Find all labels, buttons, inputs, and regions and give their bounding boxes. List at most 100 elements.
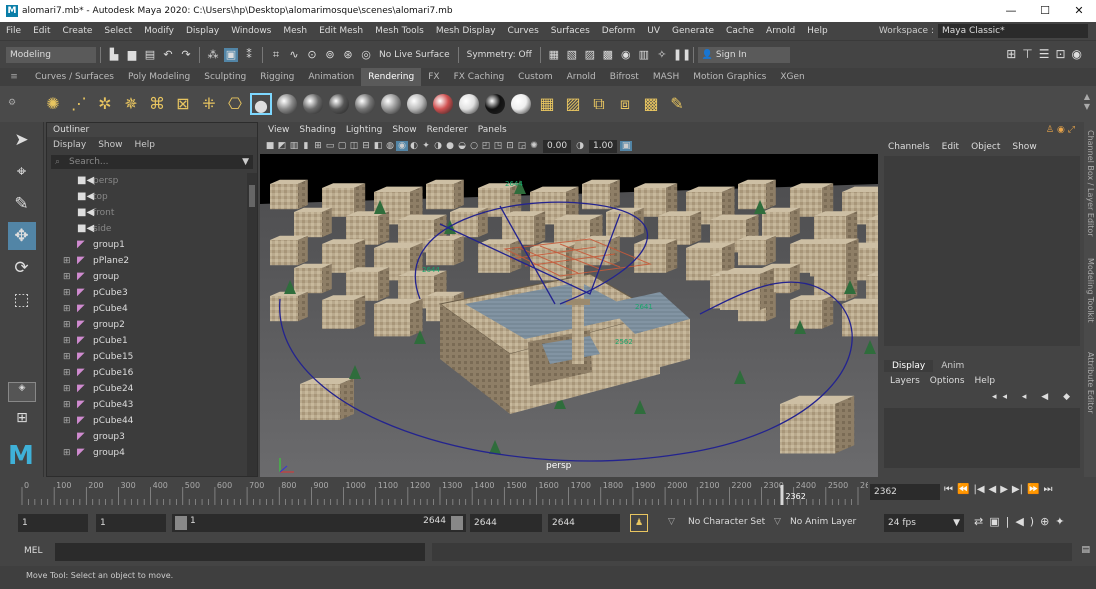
open-scene-icon[interactable]: ▆ (125, 48, 139, 62)
shader-ball-icon[interactable] (433, 94, 453, 114)
four-view-layout-icon[interactable]: ⊞ (8, 410, 36, 434)
hypershade-icon[interactable]: ◉ (619, 48, 633, 62)
camera-attributes-icon[interactable]: ◩ (276, 141, 288, 151)
shader-ball-icon[interactable] (381, 94, 401, 114)
shadows-icon[interactable]: ◑ (432, 141, 444, 151)
channel-menu-object[interactable]: Object (971, 142, 1000, 156)
shelf-tab-poly-modeling[interactable]: Poly Modeling (121, 68, 197, 86)
film-gate-icon[interactable]: ▭ (324, 141, 336, 151)
range-slider[interactable]: 1 2644 (172, 514, 466, 532)
live-surface-field[interactable]: No Live Surface (375, 47, 454, 63)
step-forward-key-icon[interactable]: ⏩ (1027, 484, 1039, 495)
paint-select-tool-icon[interactable]: ✎ (8, 190, 36, 218)
xray-icon[interactable]: ◳ (492, 141, 504, 151)
shader-ball-icon[interactable] (303, 94, 323, 114)
select-object-icon[interactable]: ▣ (224, 47, 238, 62)
outliner-item[interactable]: ⊞ ◤ pCube4 (47, 301, 247, 317)
animation-end-field[interactable]: 2644 (548, 514, 620, 532)
outliner-item[interactable]: ⊞ ◤ pCube1 (47, 333, 247, 349)
snap-curve-icon[interactable]: ∿ (287, 48, 301, 62)
redo-icon[interactable]: ↷ (179, 48, 193, 62)
single-perspective-layout-icon[interactable]: ◈ (8, 382, 36, 402)
menu-curves[interactable]: Curves (502, 26, 545, 36)
outliner-item[interactable]: ◤ group3 (47, 429, 247, 445)
side-tab-modeling-toolkit[interactable]: Modeling Toolkit (1085, 258, 1095, 322)
motion-blur-icon[interactable]: ◒ (456, 141, 468, 151)
render-settings-icon[interactable]: ▩ (601, 48, 615, 62)
shader-ball-icon[interactable] (277, 94, 297, 114)
character-set-arrow-icon[interactable]: ▽ (668, 517, 675, 527)
shader-ball-icon[interactable] (355, 94, 375, 114)
field-chart-icon[interactable]: ⊟ (360, 141, 372, 151)
outliner-item[interactable]: ⊞ ◤ group (47, 269, 247, 285)
minimize-button[interactable]: — (994, 0, 1028, 22)
ipr-render-icon[interactable]: ▨ (583, 48, 597, 62)
lasso-tool-icon[interactable]: ⌖ (8, 158, 36, 186)
shelf-tab-arnold[interactable]: Arnold (560, 68, 603, 86)
shader-ball-icon[interactable] (459, 94, 479, 114)
time-slider-ruler[interactable]: 0 100 200 300 400 500 600 700 800 900 1000 1100 1200… (0, 479, 868, 507)
shelf-tab-mash[interactable]: MASH (646, 68, 686, 86)
menu-file[interactable]: File (0, 26, 27, 36)
expand-icon[interactable]: ⊞ (63, 301, 73, 317)
expand-icon[interactable]: ⊞ (63, 349, 73, 365)
outliner-item[interactable]: ⊞ ◤ pCube24 (47, 381, 247, 397)
menu-windows[interactable]: Windows (225, 26, 277, 36)
expand-icon[interactable]: ⊞ (63, 253, 73, 269)
current-frame-field[interactable]: 2362 (870, 484, 940, 500)
light-editor-icon[interactable]: ✧ (655, 48, 669, 62)
shelf-tab-motion-graphics[interactable]: Motion Graphics (686, 68, 773, 86)
outliner-item[interactable]: ⊞ ◤ pCube44 (47, 413, 247, 429)
step-back-frame-icon[interactable]: |◀ (973, 484, 984, 495)
camera-select-icon[interactable]: ■ (264, 141, 276, 151)
select-hierarchy-icon[interactable]: ⁂ (206, 48, 220, 62)
menu-mesh-tools[interactable]: Mesh Tools (369, 26, 430, 36)
smooth-shade-icon[interactable]: ◉ (396, 141, 408, 151)
expand-icon[interactable]: ⊞ (63, 445, 73, 461)
play-backwards-icon[interactable]: ◀ (989, 484, 997, 495)
outliner-item[interactable]: ⊞ ◤ pPlane2 (47, 253, 247, 269)
range-handle-start[interactable] (175, 516, 187, 530)
animation-start-field[interactable]: 1 (18, 514, 88, 532)
menu-modify[interactable]: Modify (138, 26, 180, 36)
gate-mask-icon[interactable]: ◫ (348, 141, 360, 151)
ambient-occlusion-icon[interactable]: ● (444, 141, 456, 151)
outliner-item[interactable]: ■◀ top (47, 189, 247, 205)
render-view-icon[interactable]: ▦ (536, 93, 558, 115)
shader-ball-icon[interactable] (407, 94, 427, 114)
menu-create[interactable]: Create (57, 26, 99, 36)
channel-menu-show[interactable]: Show (1012, 142, 1036, 156)
scale-tool-icon[interactable]: ⬚ (8, 286, 36, 314)
color-management-icon[interactable]: ▣ (620, 141, 633, 151)
new-scene-icon[interactable]: ▙ (107, 48, 121, 62)
shelf-options-icon[interactable]: ⚙ (8, 98, 16, 108)
anim-layer-dropdown[interactable]: No Anim Layer (790, 517, 856, 527)
shelf-tab-animation[interactable]: Animation (301, 68, 361, 86)
select-tool-icon[interactable]: ➤ (8, 126, 36, 154)
side-tab-channel-box-layer-editor[interactable]: Channel Box / Layer Editor (1085, 130, 1095, 237)
lights-icon[interactable]: ✦ (420, 141, 432, 151)
exposure-field[interactable]: 0.00 (543, 139, 572, 153)
textured-icon[interactable]: ◐ (408, 141, 420, 151)
material-ball-icon[interactable]: ● (250, 93, 272, 115)
shader-ball-icon[interactable] (485, 94, 505, 114)
menu-cache[interactable]: Cache (720, 26, 760, 36)
expand-icon[interactable]: ⊞ (63, 413, 73, 429)
shelf-scroll-icon[interactable]: ▲ ▼ (1084, 92, 1090, 112)
render-layer-icon[interactable]: ⧈ (614, 93, 636, 115)
menu-edit[interactable]: Edit (27, 26, 56, 36)
expand-icon[interactable]: ⊞ (63, 365, 73, 381)
gamma-icon[interactable]: ◑ (574, 141, 586, 151)
rotate-tool-icon[interactable]: ⟳ (8, 254, 36, 282)
shelf-tab-fx-caching[interactable]: FX Caching (447, 68, 512, 86)
outliner-item[interactable]: ■◀ persp (47, 173, 247, 189)
shelf-tab-xgen[interactable]: XGen (773, 68, 811, 86)
outliner-item[interactable]: ⊞ ◤ group2 (47, 317, 247, 333)
maximize-button[interactable]: ☐ (1028, 0, 1062, 22)
directional-light-icon[interactable]: ⋰ (68, 93, 90, 115)
snap-surface-icon[interactable]: ⊛ (341, 48, 355, 62)
menu-deform[interactable]: Deform (596, 26, 641, 36)
render-setup-icon[interactable]: ▥ (637, 48, 651, 62)
menu-set-dropdown[interactable]: Modeling (6, 46, 96, 63)
xray-components-icon[interactable]: ◲ (516, 141, 528, 151)
